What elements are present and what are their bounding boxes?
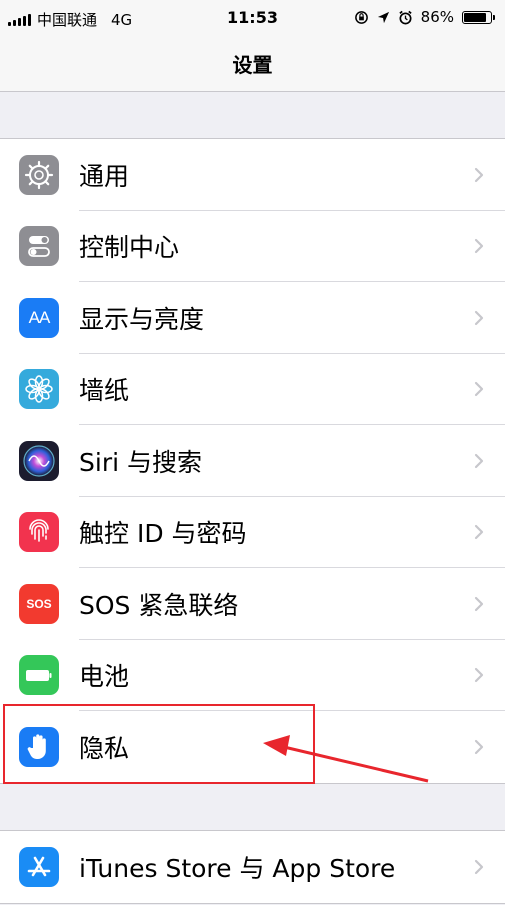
location-icon: [377, 11, 389, 23]
settings-row-itunes-app-store[interactable]: iTunes Store 与 App Store: [0, 831, 505, 903]
battery-percent: 86%: [420, 8, 454, 26]
chevron-right-icon: [474, 859, 484, 874]
settings-row-label: 通用: [79, 161, 130, 191]
toggles-icon: [19, 226, 59, 267]
navigation-bar: 设置: [0, 36, 505, 92]
text-size-icon: AA: [19, 297, 59, 338]
chevron-right-icon: [474, 382, 484, 397]
flower-icon: [19, 369, 59, 410]
status-bar: 中国联通 4G 11:53 86%: [0, 0, 505, 36]
settings-group-store: iTunes Store 与 App Store: [0, 830, 505, 904]
settings-row-emergency-sos[interactable]: SOS SOS 紧急联络: [0, 568, 505, 640]
settings-row-label: SOS 紧急联络: [79, 590, 239, 620]
gear-icon: [19, 154, 59, 195]
chevron-right-icon: [474, 239, 484, 254]
hand-icon: [19, 726, 59, 767]
chevron-right-icon: [474, 167, 484, 182]
battery-icon: [462, 10, 495, 24]
siri-icon: [19, 440, 59, 481]
app-store-icon: [19, 846, 59, 887]
settings-group-main: 通用 控制中心 AA 显示与亮度 墙纸 Siri 与搜索 触控 ID 与密码 S…: [0, 138, 505, 784]
settings-row-label: 触控 ID 与密码: [79, 519, 247, 549]
page-title: 设置: [232, 53, 273, 77]
settings-row-touch-id-passcode[interactable]: 触控 ID 与密码: [0, 497, 505, 568]
settings-row-label: 隐私: [79, 733, 130, 763]
sos-icon: SOS: [19, 583, 59, 624]
battery-icon: [19, 655, 59, 696]
settings-row-general[interactable]: 通用: [0, 139, 505, 211]
settings-row-siri-search[interactable]: Siri 与搜索: [0, 425, 505, 497]
settings-row-label: 墙纸: [79, 376, 130, 406]
chevron-right-icon: [474, 453, 484, 468]
settings-row-wallpaper[interactable]: 墙纸: [0, 354, 505, 425]
settings-row-control-center[interactable]: 控制中心: [0, 211, 505, 282]
settings-row-label: 显示与亮度: [79, 304, 205, 334]
chevron-right-icon: [474, 525, 484, 540]
settings-row-label: iTunes Store 与 App Store: [79, 853, 396, 883]
chevron-right-icon: [474, 739, 484, 754]
alarm-icon: [399, 10, 412, 24]
settings-row-label: 控制中心: [79, 233, 180, 263]
chevron-right-icon: [474, 596, 484, 611]
settings-row-label: Siri 与搜索: [79, 447, 202, 477]
settings-row-battery[interactable]: 电池: [0, 640, 505, 711]
settings-row-display-brightness[interactable]: AA 显示与亮度: [0, 282, 505, 354]
settings-row-privacy[interactable]: 隐私: [0, 711, 505, 783]
chevron-right-icon: [474, 310, 484, 325]
chevron-right-icon: [474, 668, 484, 683]
orientation-lock-icon: [354, 10, 368, 24]
settings-row-label: 电池: [79, 662, 130, 692]
fingerprint-icon: [19, 512, 59, 553]
